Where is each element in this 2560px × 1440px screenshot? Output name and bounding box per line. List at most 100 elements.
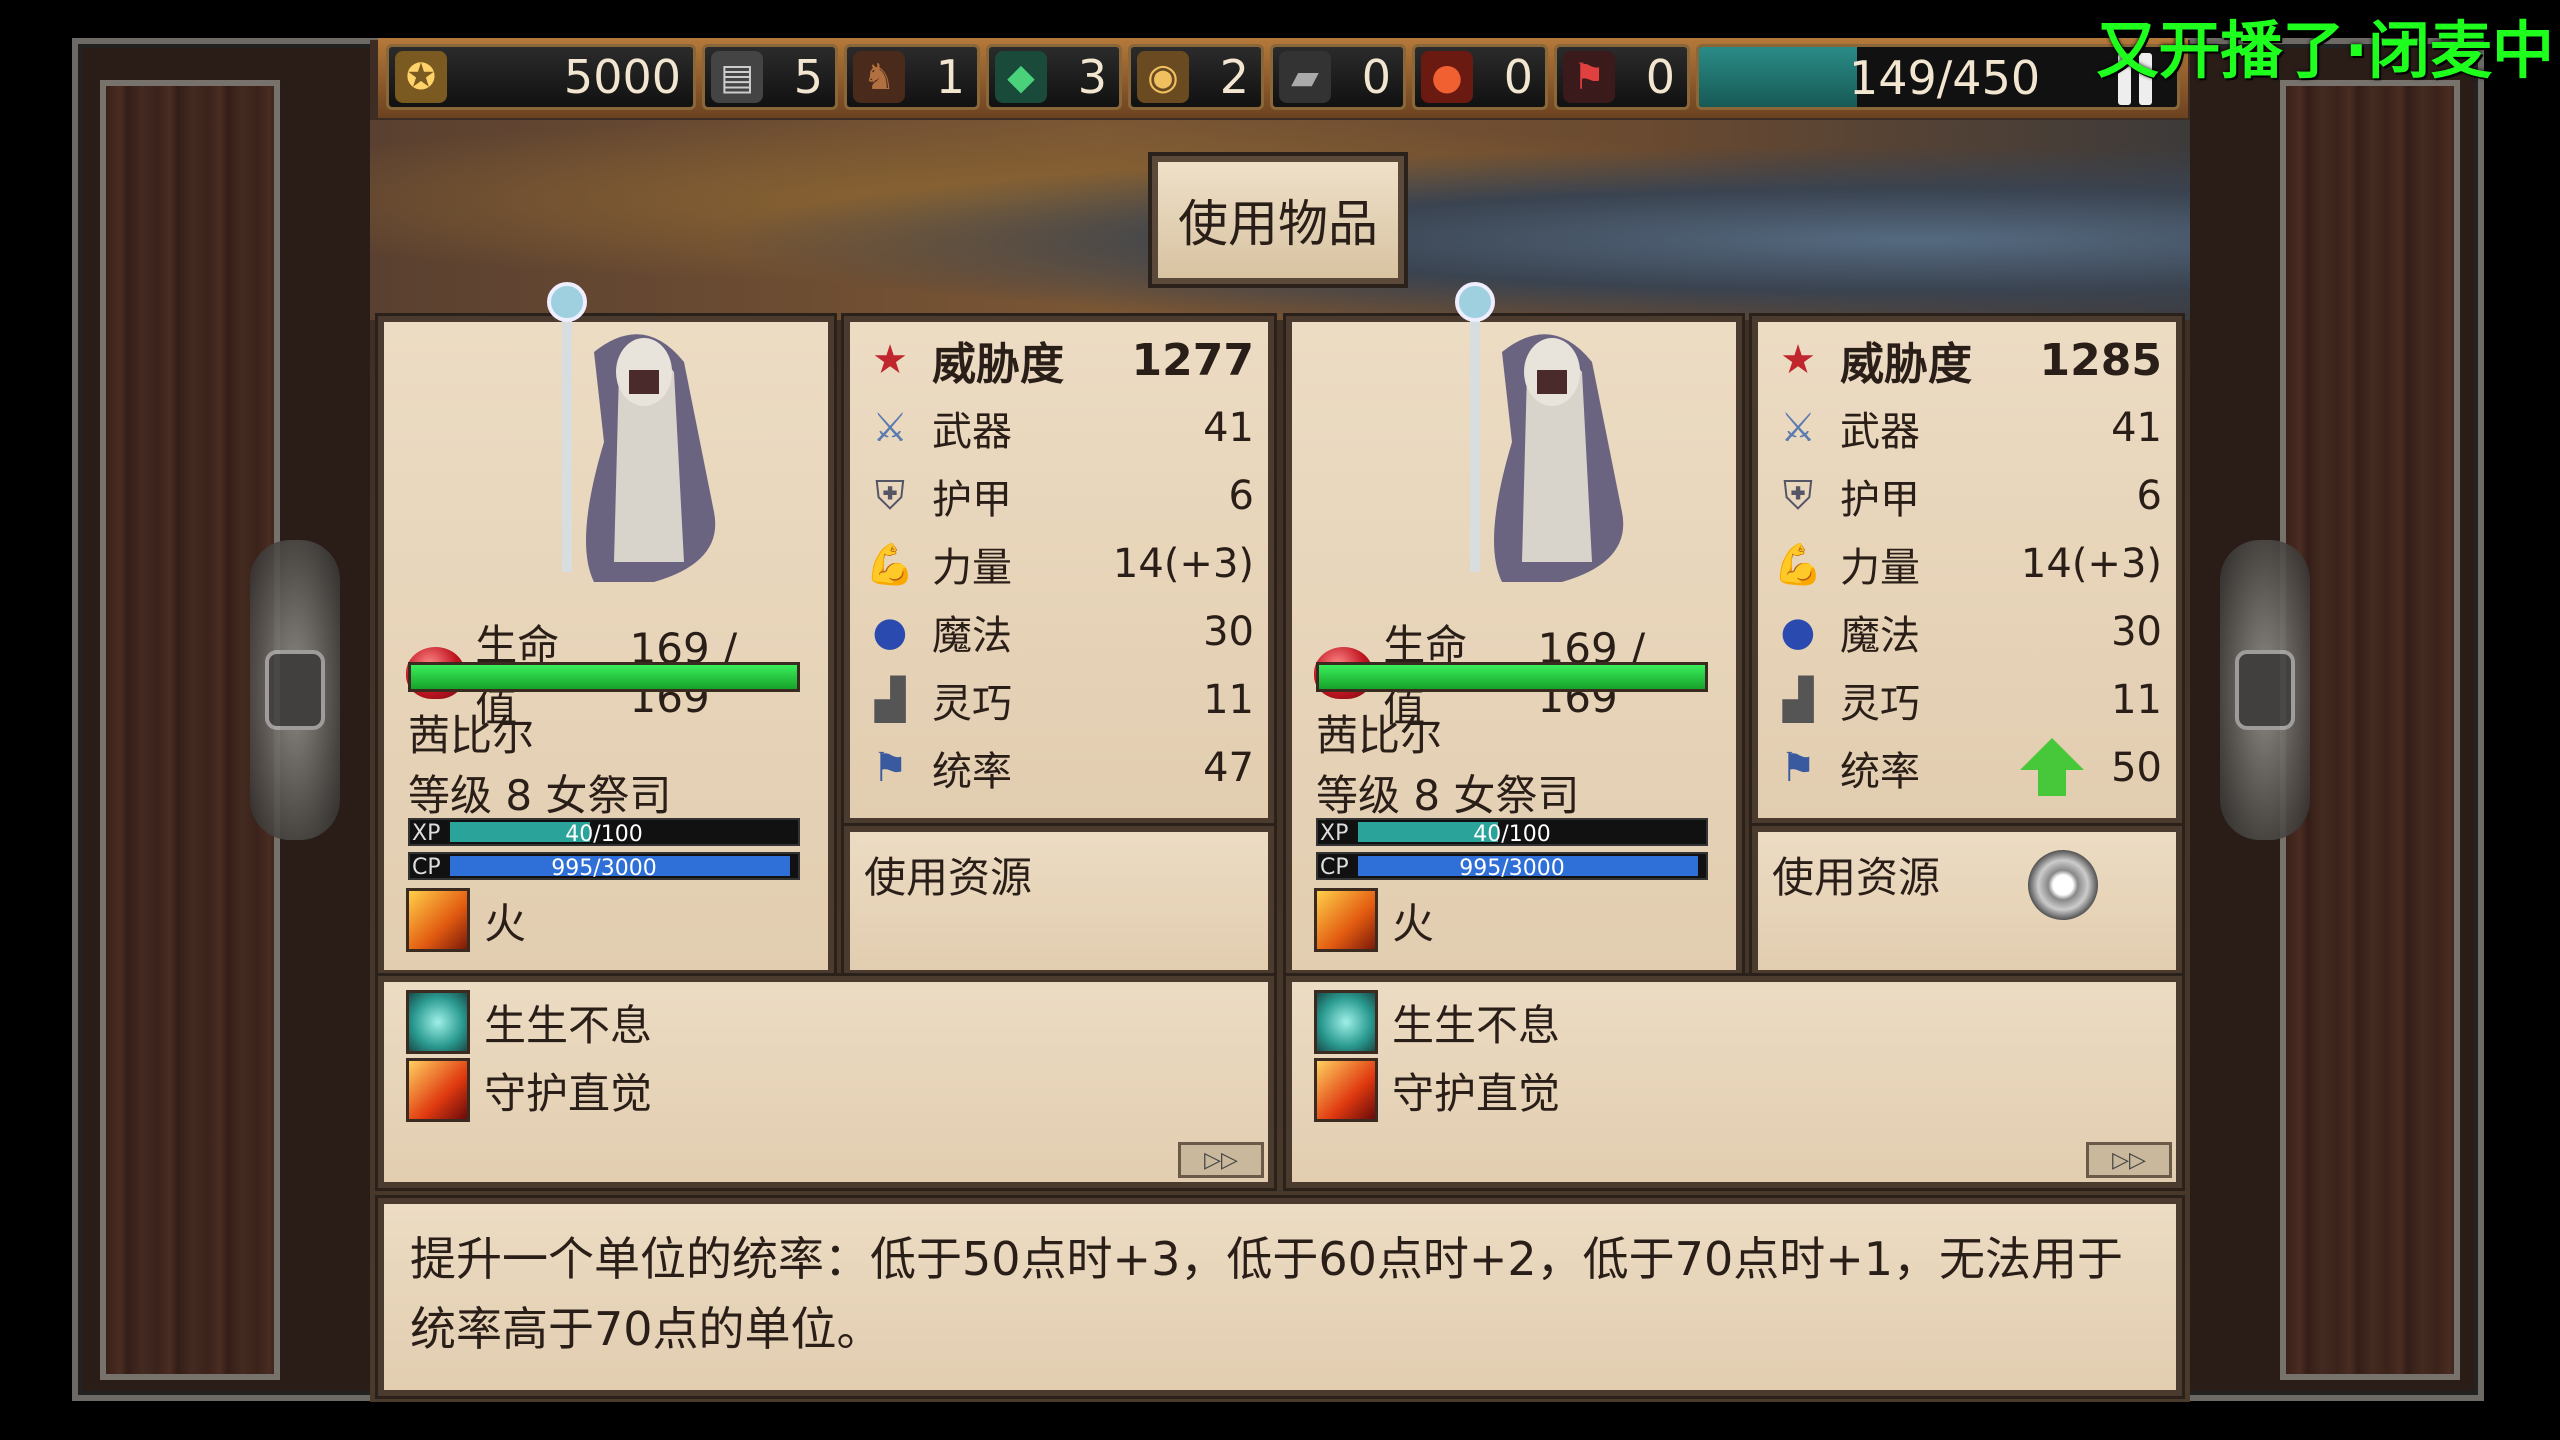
regeneration-icon xyxy=(1314,990,1378,1054)
xp-value: 40/100 xyxy=(1473,822,1551,847)
guard-instinct-icon xyxy=(1314,1058,1378,1122)
stat-label: 力量 xyxy=(1840,545,1920,591)
stats-panel-after: ★ 威胁度 1285 ⚔ 武器 41 ⛨ 护甲 6 💪 力量 14(+3) ● … xyxy=(1749,313,2185,827)
stat-value: 30 xyxy=(1203,609,1254,655)
priestess-portrait xyxy=(547,282,716,582)
stat-value: 14(+3) xyxy=(1112,541,1254,587)
resource-gold: ✪ 5000 xyxy=(386,44,696,110)
resource-value: 5000 xyxy=(563,50,681,104)
flag-icon: ⚑ xyxy=(872,745,908,791)
fire-icon xyxy=(406,888,470,952)
ornament-knob xyxy=(265,650,325,730)
resource-value: 5 xyxy=(793,50,823,104)
description-line: 统率高于70点的单位。 xyxy=(410,1302,883,1356)
character-panel-before: 生命值 169 / 169 茜比尔 等级 8 女祭司 XP 40/100 CP … xyxy=(375,282,837,979)
item-description: 提升一个单位的统率：低于50点时+3，低于60点时+2，低于70点时+1，无法用… xyxy=(375,1195,2185,1399)
stat-value: 11 xyxy=(2111,677,2162,723)
hp-bar xyxy=(1316,662,1708,692)
stat-row-magic: ● 魔法 30 xyxy=(1768,600,2162,664)
stat-row-leadership: ⚑ 统率 50 xyxy=(1768,736,2162,800)
skill-row[interactable]: 守护直觉 xyxy=(406,1058,652,1122)
pointer-cursor-icon xyxy=(2015,837,2111,933)
stat-label: 统率 xyxy=(1840,749,1920,795)
cp-bar: CP 995/3000 xyxy=(408,852,800,881)
xp-bar: XP 40/100 xyxy=(408,818,800,847)
crystal-ball-icon: ● xyxy=(872,609,908,655)
sword-icon: ⚔ xyxy=(872,405,908,451)
fire-icon xyxy=(1314,888,1378,952)
resource-value: 0 xyxy=(1361,50,1391,104)
resource-iron: ▰ 0 xyxy=(1270,44,1406,110)
guard-instinct-icon xyxy=(406,1058,470,1122)
stat-row-agility: ▟ 灵巧 11 xyxy=(1768,668,2162,732)
next-page-button[interactable]: ▷▷ xyxy=(2086,1142,2172,1178)
use-resource-panel-before: 使用资源 xyxy=(841,823,1277,979)
stat-row-threat: ★ 威胁度 1277 xyxy=(860,328,1254,392)
iron-icon: ▰ xyxy=(1279,51,1331,103)
stat-label: 武器 xyxy=(1840,409,1920,455)
stream-watermark: 又开播了·闭麦中 xyxy=(2096,14,2554,87)
skill-label: 生生不息 xyxy=(1392,1000,1561,1050)
resource-scroll: ▤ 5 xyxy=(702,44,838,110)
resource-banner: ⚑ 0 xyxy=(1554,44,1690,110)
flag-icon: ⚑ xyxy=(1780,745,1816,791)
resource-ore: ● 0 xyxy=(1412,44,1548,110)
stat-row-weapon: ⚔ 武器 41 xyxy=(1768,396,2162,460)
resource-horse: ♞ 1 xyxy=(844,44,980,110)
stat-value: 14(+3) xyxy=(2020,541,2162,587)
resource-value: 3 xyxy=(1077,50,1107,104)
muscle-icon: 💪 xyxy=(865,541,915,588)
element-label: 火 xyxy=(484,898,527,948)
stat-row-strength: 💪 力量 14(+3) xyxy=(860,532,1254,596)
cp-value: 995/3000 xyxy=(1459,856,1565,881)
hp-bar-fill xyxy=(411,665,797,689)
boot-icon: ▟ xyxy=(874,677,906,723)
skill-row[interactable]: 生生不息 xyxy=(406,990,652,1054)
game-screen: ✪ 5000 ▤ 5 ♞ 1 ◆ 3 ◉ 2 ▰ 0 ● 0 ⚑ 0 149/4… xyxy=(0,0,2560,1440)
character-level-class: 等级 8 女祭司 xyxy=(1316,771,1580,820)
stat-label: 护甲 xyxy=(1840,477,1920,523)
character-level-class: 等级 8 女祭司 xyxy=(408,771,672,820)
stat-label: 武器 xyxy=(932,409,1012,455)
stat-row-armor: ⛨ 护甲 6 xyxy=(860,464,1254,528)
muscle-icon: 💪 xyxy=(1773,541,1823,588)
xp-value: 40/100 xyxy=(565,822,643,847)
skill-row[interactable]: 生生不息 xyxy=(1314,990,1560,1054)
right-ornament xyxy=(2220,540,2310,840)
sword-icon: ⚔ xyxy=(1780,405,1816,451)
gold-icon: ✪ xyxy=(395,51,447,103)
next-page-button[interactable]: ▷▷ xyxy=(1178,1142,1264,1178)
resource-value: 1 xyxy=(935,50,965,104)
skills-panel-after: 生生不息 守护直觉 ▷▷ xyxy=(1283,973,2185,1191)
use-resource-panel-after: 使用资源 xyxy=(1749,823,2185,979)
element-label: 火 xyxy=(1392,898,1435,948)
element-row: 火 xyxy=(1314,888,1434,952)
hp-bar xyxy=(408,662,800,692)
stat-value: 1285 xyxy=(2039,334,2162,386)
stat-row-armor: ⛨ 护甲 6 xyxy=(1768,464,2162,528)
stat-label: 魔法 xyxy=(932,613,1012,659)
stat-label: 灵巧 xyxy=(1840,681,1920,727)
stat-value: 41 xyxy=(2111,405,2162,451)
character-panel-after: 生命值 169 / 169 茜比尔 等级 8 女祭司 XP 40/100 CP … xyxy=(1283,282,1745,979)
boot-icon: ▟ xyxy=(1782,677,1814,723)
stat-value: 6 xyxy=(1228,473,1254,519)
resource-bar: ✪ 5000 ▤ 5 ♞ 1 ◆ 3 ◉ 2 ▰ 0 ● 0 ⚑ 0 149/4… xyxy=(378,38,2188,118)
stat-label: 魔法 xyxy=(1840,613,1920,659)
stat-increase-icon xyxy=(2007,738,2097,798)
skill-row[interactable]: 守护直觉 xyxy=(1314,1058,1560,1122)
coin-icon: ◉ xyxy=(1137,51,1189,103)
horse-icon: ♞ xyxy=(853,51,905,103)
use-item-button[interactable]: 使用物品 xyxy=(1148,152,1408,288)
ornament-knob xyxy=(2235,650,2295,730)
armor-icon: ⛨ xyxy=(875,473,905,519)
stat-label: 护甲 xyxy=(932,477,1012,523)
left-ornament xyxy=(250,540,340,840)
stat-label: 统率 xyxy=(932,749,1012,795)
priestess-portrait xyxy=(1455,282,1624,582)
scroll-icon: ▤ xyxy=(711,51,763,103)
skills-panel-before: 生生不息 守护直觉 ▷▷ xyxy=(375,973,1277,1191)
hp-bar-fill xyxy=(1319,665,1705,689)
use-resource-label: 使用资源 xyxy=(1772,853,1941,902)
character-name: 茜比尔 xyxy=(408,711,535,760)
